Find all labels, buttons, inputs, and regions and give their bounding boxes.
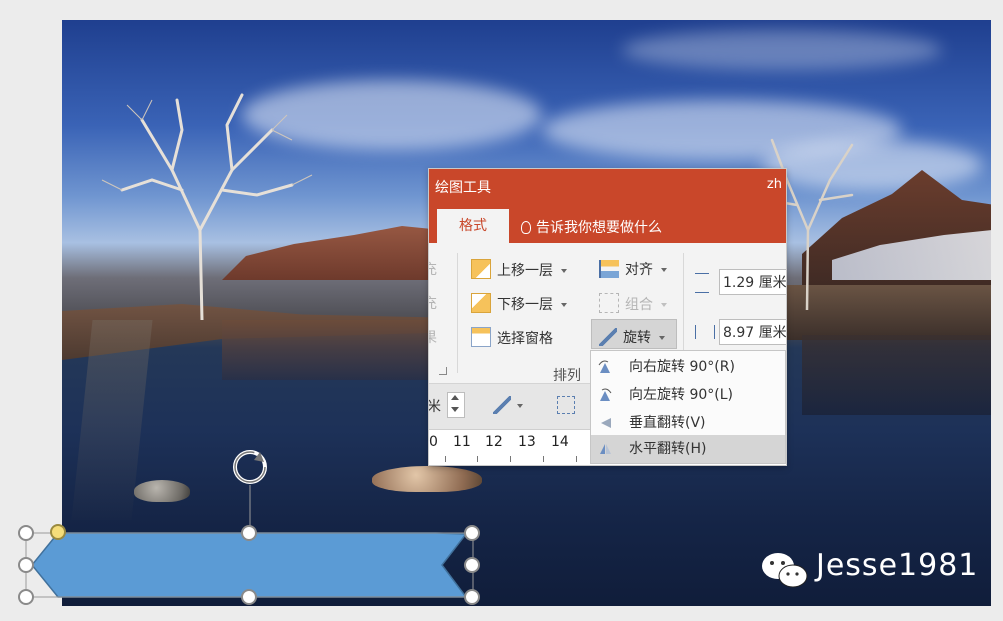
rotate-left-icon: [600, 388, 612, 401]
unit-partial-label: 米: [428, 399, 441, 415]
bring-forward-label: 上移一层: [497, 263, 553, 279]
spin-up-icon[interactable]: [451, 395, 459, 400]
selection-pane-icon: [471, 327, 491, 347]
contextual-tab-header: 绘图工具 zh: [429, 169, 786, 203]
menu-item-flip-horizontal[interactable]: 水平翻转(H): [591, 435, 785, 463]
tell-me-text: 告诉我你想要做什么: [536, 220, 662, 236]
user-name[interactable]: zh: [767, 177, 782, 192]
bring-forward-button[interactable]: 上移一层: [471, 259, 567, 280]
shape-width-input[interactable]: 8.97 厘米: [719, 319, 786, 345]
menu-item-label: 水平翻转(H): [629, 441, 707, 457]
resize-handle-bottom[interactable]: [241, 589, 257, 605]
ruler-tick-label: 14: [551, 434, 569, 450]
chevron-down-icon: [661, 268, 667, 272]
menu-item-flip-vertical[interactable]: 垂直翻转(V): [591, 409, 785, 437]
watermark-text: Jesse1981: [816, 548, 979, 583]
rotate-label: 旋转: [623, 330, 651, 346]
wechat-icon: [760, 550, 810, 590]
menu-item-label: 向右旋转 90°(R): [629, 359, 735, 375]
send-backward-label: 下移一层: [497, 297, 553, 313]
flip-horizontal-icon: [600, 444, 611, 454]
chevron-down-icon: [659, 336, 665, 340]
group-button[interactable]: 组合: [599, 293, 667, 314]
resize-handle-right[interactable]: [464, 557, 480, 573]
chevron-down-icon[interactable]: [517, 404, 523, 408]
arrange-group-label: 排列: [553, 368, 581, 384]
tab-format[interactable]: 格式: [437, 209, 509, 243]
resize-handle-bottom-right[interactable]: [464, 589, 480, 605]
ribbon-tabs: 格式 告诉我你想要做什么: [429, 203, 786, 243]
dialog-launcher-icon[interactable]: [439, 367, 447, 375]
rotate-dropdown-menu: 向右旋转 90°(R) 向左旋转 90°(L) 垂直翻转(V) 水平翻转(H): [590, 350, 786, 464]
rotate-small-icon[interactable]: [493, 396, 511, 414]
bring-forward-icon: [471, 259, 491, 279]
chevron-down-icon: [661, 303, 667, 307]
chevron-down-icon: [561, 303, 567, 307]
rotate-handle-icon: [233, 450, 267, 484]
partial-left-label-1: 充: [429, 259, 437, 279]
tell-me-box[interactable]: 告诉我你想要做什么: [521, 217, 662, 237]
rotate-button-content[interactable]: 旋转: [599, 327, 665, 347]
crop-icon[interactable]: [557, 396, 575, 414]
menu-item-label: 垂直翻转(V): [629, 415, 706, 431]
align-button[interactable]: 对齐: [599, 259, 667, 279]
resize-handle-bottom-left[interactable]: [18, 589, 34, 605]
send-backward-icon: [471, 293, 491, 313]
adjust-handle[interactable]: [50, 524, 66, 540]
selection-pane-label: 选择窗格: [497, 331, 553, 347]
spin-down-icon[interactable]: [451, 407, 459, 412]
selection-pane-button[interactable]: 选择窗格: [471, 327, 553, 348]
partial-left-label-2: 充: [429, 293, 437, 313]
resize-handle-top[interactable]: [241, 525, 257, 541]
rotate-right-icon: [598, 360, 610, 373]
rotate-icon: [599, 328, 617, 346]
group-icon: [599, 293, 619, 313]
shape-height-input[interactable]: 1.29 厘米: [719, 269, 786, 295]
align-label: 对齐: [625, 262, 653, 278]
group-label: 组合: [625, 297, 653, 313]
menu-item-rotate-right[interactable]: 向右旋转 90°(R): [591, 353, 785, 381]
rotation-handle[interactable]: [230, 448, 270, 486]
menu-item-rotate-left[interactable]: 向左旋转 90°(L): [591, 381, 785, 409]
chevron-down-icon: [561, 269, 567, 273]
drawing-tools-title: 绘图工具: [435, 180, 491, 196]
flip-vertical-icon: [601, 418, 611, 428]
height-icon: [695, 273, 709, 293]
width-icon: [695, 325, 715, 339]
send-backward-button[interactable]: 下移一层: [471, 293, 567, 314]
menu-item-label: 向左旋转 90°(L): [629, 387, 733, 403]
ruler-tick-label: 13: [518, 434, 536, 450]
resize-handle-left[interactable]: [18, 557, 34, 573]
partial-left-label-3: 果: [429, 327, 437, 347]
lightbulb-icon: [521, 221, 531, 234]
align-icon: [599, 260, 619, 278]
resize-handle-top-right[interactable]: [464, 525, 480, 541]
resize-handle-top-left[interactable]: [18, 525, 34, 541]
